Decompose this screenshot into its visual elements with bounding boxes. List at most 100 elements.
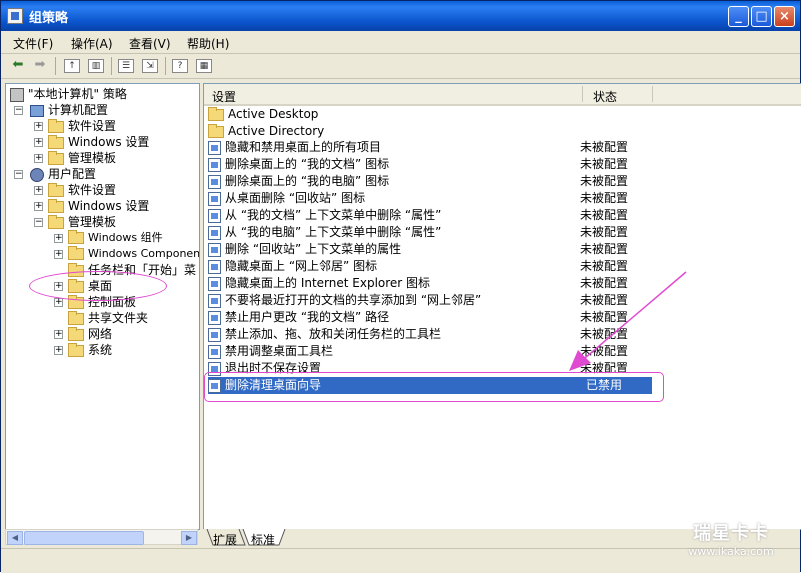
tree-item[interactable]: 共享文件夹 xyxy=(68,310,148,326)
tree-horizontal-scrollbar[interactable]: ◀ ▶ xyxy=(5,529,198,545)
tree-item[interactable]: Windows 设置 xyxy=(48,198,149,214)
tree-item[interactable]: 系统 xyxy=(68,342,112,358)
policy-setting-icon xyxy=(208,259,221,274)
list-folder-row[interactable]: Active Directory xyxy=(208,123,658,140)
tree-item[interactable]: 控制面板 xyxy=(68,294,136,310)
folder-icon xyxy=(48,150,64,165)
folder-icon xyxy=(68,294,84,309)
tree-computer-config[interactable]: 计算机配置 xyxy=(30,102,108,118)
collapse-toggle[interactable]: − xyxy=(34,218,43,227)
policy-setting-icon xyxy=(208,327,221,342)
computer-icon xyxy=(30,104,44,117)
console-view-icon[interactable]: ▦ xyxy=(196,59,212,73)
tree-root[interactable]: "本地计算机" 策略 xyxy=(10,86,127,102)
tab-extended[interactable]: 扩展 xyxy=(213,531,237,548)
user-icon xyxy=(30,167,44,182)
tree-item[interactable]: Windows 设置 xyxy=(48,134,149,150)
list-item[interactable]: 禁止用户更改 “我的文档” 路径 未被配置 xyxy=(208,309,658,326)
folder-icon xyxy=(68,262,84,277)
show-hide-tree-icon[interactable]: ▥ xyxy=(88,59,104,73)
tree-user-config[interactable]: 用户配置 xyxy=(30,166,96,182)
policy-setting-icon xyxy=(208,157,221,172)
tree-item[interactable]: 任务栏和「开始」菜 xyxy=(68,262,196,278)
column-divider[interactable] xyxy=(582,86,583,102)
menu-file[interactable]: 文件(F) xyxy=(13,35,53,52)
expand-toggle[interactable]: + xyxy=(34,122,43,131)
setting-state: 未被配置 xyxy=(580,276,629,290)
policy-setting-icon xyxy=(208,344,221,359)
settings-list-pane[interactable]: 设置 状态 Active Desktop Active Directory 隐藏… xyxy=(203,83,801,530)
column-header-state[interactable]: 状态 xyxy=(593,88,617,105)
title-bar[interactable]: 组策略 _ □ × xyxy=(1,1,800,31)
setting-state: 未被配置 xyxy=(580,310,629,324)
list-item[interactable]: 从 “我的电脑” 上下文菜单中删除 “属性” 未被配置 xyxy=(208,224,658,241)
list-item[interactable]: 隐藏桌面上的 Internet Explorer 图标 未被配置 xyxy=(208,275,658,292)
list-item[interactable]: 不要将最近打开的文档的共享添加到 “网上邻居” 未被配置 xyxy=(208,292,658,309)
list-header: 设置 状态 xyxy=(204,84,801,106)
folder-icon xyxy=(48,118,64,133)
expand-toggle[interactable]: + xyxy=(54,234,63,243)
watermark-url: www.ikaka.com xyxy=(688,545,774,558)
list-item-selected[interactable]: 删除清理桌面向导 已禁用 xyxy=(208,377,652,394)
tree-item[interactable]: 网络 xyxy=(68,326,112,342)
tree-item[interactable]: 管理模板 xyxy=(48,214,116,230)
export-list-icon[interactable]: ⇲ xyxy=(142,59,158,73)
policy-root-icon xyxy=(10,87,24,102)
list-item[interactable]: 从桌面删除 “回收站” 图标 未被配置 xyxy=(208,190,658,207)
scroll-right-icon[interactable]: ▶ xyxy=(181,531,197,545)
scrollbar-thumb[interactable] xyxy=(24,531,144,545)
expand-toggle[interactable]: + xyxy=(34,138,43,147)
list-item[interactable]: 删除桌面上的 “我的电脑” 图标 未被配置 xyxy=(208,173,658,190)
column-header-setting[interactable]: 设置 xyxy=(212,88,236,105)
properties-icon[interactable]: ☰ xyxy=(118,59,134,73)
back-arrow-icon[interactable]: ⬅ xyxy=(9,57,27,73)
policy-setting-icon xyxy=(208,378,221,393)
menu-action[interactable]: 操作(A) xyxy=(71,35,113,52)
expand-toggle[interactable]: + xyxy=(34,154,43,163)
toolbar-separator xyxy=(165,57,166,75)
list-item[interactable]: 退出时不保存设置 未被配置 xyxy=(208,360,658,377)
up-folder-icon[interactable]: ↑ xyxy=(64,59,80,73)
column-divider[interactable] xyxy=(652,86,653,102)
list-item[interactable]: 删除桌面上的 “我的文档” 图标 未被配置 xyxy=(208,156,658,173)
close-button[interactable]: × xyxy=(774,6,795,27)
expand-toggle[interactable]: + xyxy=(54,330,63,339)
tree-item[interactable]: 软件设置 xyxy=(48,182,116,198)
scroll-left-icon[interactable]: ◀ xyxy=(7,531,23,545)
expand-toggle[interactable]: + xyxy=(34,202,43,211)
tree-item[interactable]: Windows 组件 xyxy=(68,230,163,246)
list-item[interactable]: 隐藏桌面上 “网上邻居” 图标 未被配置 xyxy=(208,258,658,275)
open-folder-icon xyxy=(68,278,84,293)
expand-toggle[interactable]: + xyxy=(54,282,63,291)
menu-view[interactable]: 查看(V) xyxy=(129,35,171,52)
list-item[interactable]: 删除 “回收站” 上下文菜单的属性 未被配置 xyxy=(208,241,658,258)
expand-toggle[interactable]: + xyxy=(34,186,43,195)
expand-toggle[interactable]: + xyxy=(54,250,63,259)
tree-item[interactable]: 管理模板 xyxy=(48,150,116,166)
policy-setting-icon xyxy=(208,361,221,376)
forward-arrow-icon[interactable]: ➡ xyxy=(31,57,49,73)
policy-setting-icon xyxy=(208,242,221,257)
list-item[interactable]: 禁止添加、拖、放和关闭任务栏的工具栏 未被配置 xyxy=(208,326,658,343)
help-icon[interactable]: ? xyxy=(172,59,188,73)
collapse-toggle[interactable]: − xyxy=(14,170,23,179)
tab-standard[interactable]: 标准 xyxy=(251,531,275,548)
list-folder-row[interactable]: Active Desktop xyxy=(208,106,658,123)
list-item[interactable]: 隐藏和禁用桌面上的所有项目 未被配置 xyxy=(208,139,658,156)
menu-help[interactable]: 帮助(H) xyxy=(187,35,229,52)
list-item[interactable]: 禁用调整桌面工具栏 未被配置 xyxy=(208,343,658,360)
minimize-button[interactable]: _ xyxy=(728,6,749,27)
maximize-button[interactable]: □ xyxy=(751,6,772,27)
expand-toggle[interactable]: + xyxy=(54,346,63,355)
tree-item[interactable]: Windows Components xyxy=(68,246,199,262)
policy-setting-icon xyxy=(208,174,221,189)
expand-toggle[interactable]: + xyxy=(54,298,63,307)
folder-icon xyxy=(48,182,64,197)
tree-pane[interactable]: "本地计算机" 策略 − 计算机配置 + 软件设置 + Windows 设置 +… xyxy=(5,83,200,530)
tree-item-desktop[interactable]: 桌面 xyxy=(68,278,112,294)
tree-item[interactable]: 软件设置 xyxy=(48,118,116,134)
list-item[interactable]: 从 “我的文档” 上下文菜单中删除 “属性” 未被配置 xyxy=(208,207,658,224)
watermark-brand: 瑞星卡卡 xyxy=(693,523,769,544)
setting-state: 已禁用 xyxy=(586,378,623,392)
collapse-toggle[interactable]: − xyxy=(14,106,23,115)
